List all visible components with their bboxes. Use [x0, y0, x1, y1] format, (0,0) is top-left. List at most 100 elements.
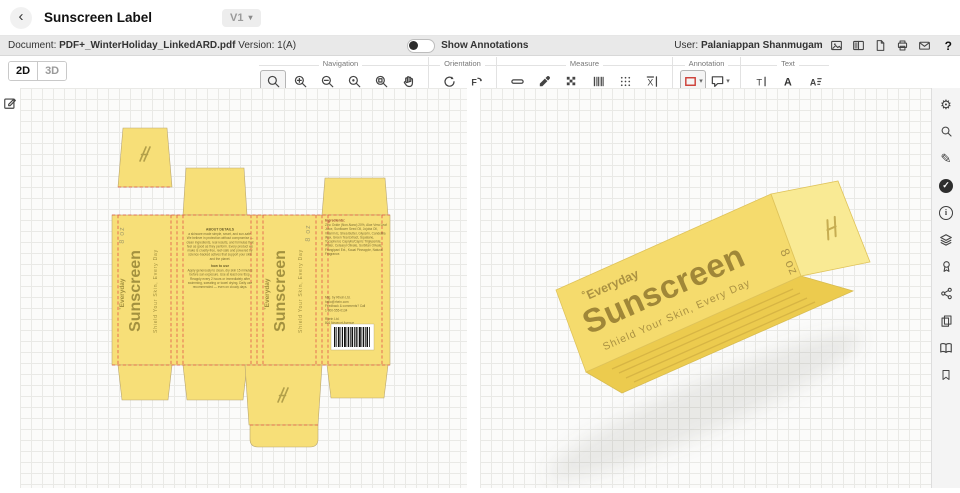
svg-text:X: X: [647, 77, 653, 87]
ingredients-panel: Ingredients: Zinc Oxide (Non-Nano) 20%, …: [325, 219, 387, 256]
barcode-icon: [593, 76, 604, 86]
right-toolbar: ⚙ ✎ ✓ i: [931, 88, 960, 488]
pencil-icon: ✎: [940, 151, 952, 166]
share-icon: [940, 287, 952, 300]
group-annotation-label: Annotation: [684, 59, 729, 69]
document-label: Document: PDF+_WinterHoliday_LinkedARD.p…: [8, 40, 297, 51]
gear-icon: ⚙: [940, 97, 952, 112]
flap-top-b: [182, 167, 248, 216]
svg-text:T: T: [756, 77, 762, 87]
font-size-icon: A: [809, 77, 822, 87]
edit-note-button[interactable]: [2, 95, 18, 111]
version-label: V1: [230, 11, 244, 24]
eyedropper-icon: [539, 75, 550, 86]
chevron-down-icon: ▾: [699, 78, 703, 85]
settings-button[interactable]: ⚙: [936, 96, 956, 113]
user-name: Palaniappan Shanmugam: [700, 40, 823, 51]
size-text: 8 oz: [305, 224, 312, 241]
canvas-3d[interactable]: ˚Everyday Sunscreen Shield Your Skin, Ev…: [480, 88, 931, 488]
compare-book-button[interactable]: [936, 339, 956, 356]
edit-icon: [4, 98, 16, 109]
group-navigation: Navigation: [253, 57, 428, 92]
size-text: 8 oz: [119, 226, 126, 243]
search-icon: [941, 126, 952, 137]
flap-top-d: [321, 177, 389, 216]
tab-3d[interactable]: 3D: [37, 62, 67, 80]
text-cursor-icon: T: [756, 76, 766, 87]
canvas-divider: [467, 88, 480, 488]
group-orientation-label: Orientation: [440, 59, 485, 69]
group-navigation-label: Navigation: [318, 59, 363, 69]
density-pattern-icon: [566, 76, 575, 85]
show-annotations-toggle[interactable]: [407, 38, 436, 53]
view-mode-switch: 2D 3D: [8, 61, 68, 81]
group-text-label: Text: [777, 59, 799, 69]
certificate-button[interactable]: [936, 258, 956, 275]
howto-heading: how to use: [210, 264, 230, 269]
barcode: [330, 323, 375, 351]
zoom-in-icon: [294, 75, 306, 87]
svg-text:F: F: [471, 77, 477, 87]
print-icon[interactable]: [895, 39, 911, 53]
version-select[interactable]: V1 ▾: [222, 8, 261, 27]
zoom-out-icon: [321, 75, 333, 87]
layers-button[interactable]: [936, 231, 956, 248]
user-label: User: Palaniappan Shanmugam: [674, 40, 823, 51]
dieline-2d: 8 oz ˚Everyday Sunscreen Shield Your Ski…: [111, 127, 391, 448]
svg-text:A: A: [784, 76, 792, 88]
layers-icon: [940, 233, 952, 246]
pages-button[interactable]: [936, 312, 956, 329]
tagline-text: Shield Your Skin, Every Day: [153, 249, 159, 333]
address-text: Mfg. by Rhein Ltd. hello@rhein.com Feedb…: [325, 296, 366, 326]
book-icon: [940, 342, 952, 353]
approve-button[interactable]: ✓: [936, 177, 956, 194]
font-icon: A: [784, 76, 792, 88]
image-icon[interactable]: [829, 39, 845, 53]
mail-icon[interactable]: [917, 39, 933, 53]
document-bar: Document: PDF+_WinterHoliday_LinkedARD.p…: [0, 36, 960, 56]
box-3d: ˚Everyday Sunscreen Shield Your Skin, Ev…: [547, 180, 871, 480]
brand-text: Sunscreen: [127, 250, 144, 332]
ingredients-heading: Ingredients:: [325, 219, 346, 223]
compare-columns-icon[interactable]: [851, 39, 867, 53]
rotate-icon: [443, 75, 455, 87]
search-sidebar-button[interactable]: [936, 123, 956, 140]
formula-icon: X: [646, 75, 657, 87]
group-annotation: Annotation ▾ ▾: [672, 57, 740, 92]
back-button[interactable]: ‹: [10, 6, 32, 29]
copy-pages-icon: [941, 315, 951, 327]
bookmark-icon: [942, 369, 950, 380]
header-bar: ‹ Sunscreen Label V1 ▾: [0, 0, 960, 36]
ribbon-icon: [942, 261, 950, 272]
flap-tuck: [249, 424, 319, 448]
brand-prefix-text: ˚Everyday: [118, 278, 126, 309]
pan-hand-icon: [403, 75, 413, 87]
document-version: Version: 1(A): [238, 40, 297, 51]
canvas-2d[interactable]: 8 oz ˚Everyday Sunscreen Shield Your Ski…: [20, 88, 467, 488]
info-button[interactable]: i: [936, 204, 956, 221]
dot-pattern-icon: [620, 76, 630, 86]
group-measure-label: Measure: [565, 59, 604, 69]
about-body: a skincare made simple, smart, and sun-s…: [186, 232, 254, 261]
flap-bottom-d: [326, 364, 389, 399]
group-measure: Measure X: [496, 57, 672, 92]
file-icon[interactable]: [873, 39, 889, 53]
address-panel: Mfg. by Rhein Ltd. hello@rhein.com Feedb…: [325, 296, 366, 326]
check-circle-icon: ✓: [939, 178, 953, 193]
about-panel: ABOUT DETAILS a skincare made simple, sm…: [186, 228, 254, 289]
tagline-text: Shield Your Skin, Every Day: [298, 249, 304, 333]
help-button[interactable]: ?: [945, 39, 952, 53]
group-text: Text T A A: [740, 57, 835, 92]
info-icon: i: [939, 205, 953, 220]
bookmark-button[interactable]: [936, 366, 956, 383]
share-button[interactable]: [936, 285, 956, 302]
chevron-down-icon: ▾: [726, 78, 730, 85]
zoom-selection-icon: [348, 75, 360, 87]
tab-2d[interactable]: 2D: [9, 62, 38, 80]
rect-annotation-icon: [685, 76, 697, 86]
zoom-fit-icon: [375, 75, 387, 87]
toggle-knob: [409, 40, 419, 50]
left-rail: [0, 88, 21, 488]
annotate-pen-button[interactable]: ✎: [936, 150, 956, 167]
toolbar: 2D 3D Navigation Orientation F Measure X…: [0, 56, 960, 92]
